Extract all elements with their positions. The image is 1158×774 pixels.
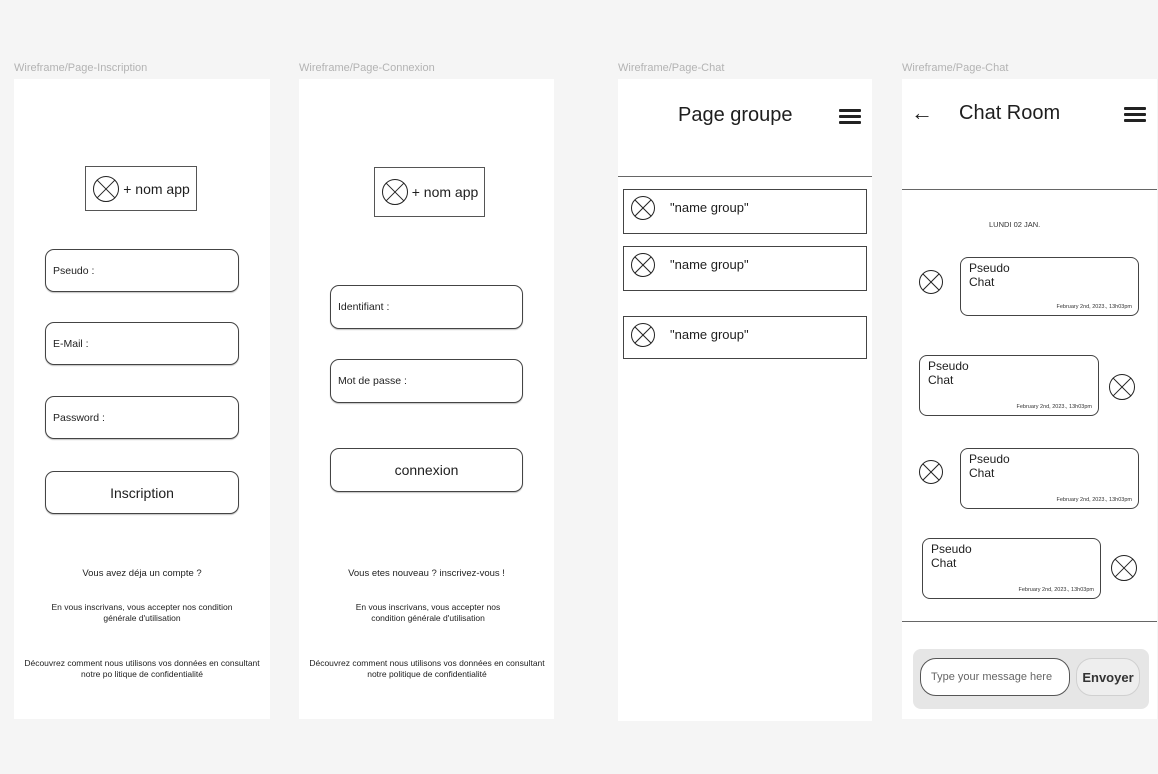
login-link-text[interactable]: Vous avez déja un compte ? bbox=[34, 568, 250, 580]
app-logo: + nom app bbox=[374, 167, 485, 217]
frame-connexion: + nom app Identifiant : Mot de passe : c… bbox=[299, 79, 554, 719]
back-arrow-icon[interactable]: ← bbox=[911, 102, 933, 124]
frame-label-chatroom: Wireframe/Page-Chat bbox=[902, 62, 1009, 74]
message-input[interactable]: Type your message here bbox=[920, 658, 1070, 696]
app-logo: + nom app bbox=[85, 166, 197, 211]
message-timestamp: February 2nd, 2023., 13h03pm bbox=[1056, 497, 1132, 503]
message-timestamp: February 2nd, 2023., 13h03pm bbox=[1018, 587, 1094, 593]
app-name: + nom app bbox=[411, 184, 479, 200]
frame-label-groups: Wireframe/Page-Chat bbox=[618, 62, 725, 74]
group-name: "name group" bbox=[670, 257, 749, 272]
message-text: Chat bbox=[928, 373, 954, 387]
date-separator: LUNDI 02 JAN. bbox=[989, 220, 1041, 229]
hamburger-icon[interactable] bbox=[1124, 107, 1146, 123]
message-timestamp: February 2nd, 2023., 13h03pm bbox=[1056, 304, 1132, 310]
pseudo-field[interactable]: Pseudo : bbox=[45, 249, 239, 292]
placeholder-image-icon bbox=[381, 178, 409, 206]
signup-link-text[interactable]: Vous etes nouveau ? inscrivez-vous ! bbox=[317, 568, 536, 580]
password-field[interactable]: Password : bbox=[45, 396, 239, 439]
frame-label-connexion: Wireframe/Page-Connexion bbox=[299, 62, 435, 74]
group-avatar-icon bbox=[630, 195, 656, 221]
user-avatar-icon[interactable] bbox=[918, 459, 944, 485]
group-name: "name group" bbox=[670, 200, 749, 215]
message-bubble[interactable]: Pseudo Chat February 2nd, 2023., 13h03pm bbox=[919, 355, 1099, 416]
inscription-button[interactable]: Inscription bbox=[45, 471, 239, 514]
header-divider bbox=[902, 189, 1157, 190]
group-item[interactable]: "name group" bbox=[623, 189, 867, 234]
message-bubble[interactable]: Pseudo Chat February 2nd, 2023., 13h03pm bbox=[922, 538, 1101, 599]
user-avatar-icon[interactable] bbox=[1108, 373, 1136, 401]
terms-text: En vous inscrivans, vous accepter nos co… bbox=[51, 602, 233, 623]
terms-text: En vous inscrivans, vous accepter nos co… bbox=[355, 602, 501, 623]
group-avatar-icon bbox=[630, 322, 656, 348]
group-item[interactable]: "name group" bbox=[623, 246, 867, 291]
message-text: Chat bbox=[969, 466, 995, 480]
group-item[interactable]: "name group" bbox=[623, 316, 867, 359]
message-author: Pseudo bbox=[931, 542, 972, 556]
email-field[interactable]: E-Mail : bbox=[45, 322, 239, 365]
placeholder-image-icon bbox=[92, 175, 120, 203]
message-author: Pseudo bbox=[969, 452, 1010, 466]
hamburger-icon[interactable] bbox=[839, 109, 861, 125]
connexion-button[interactable]: connexion bbox=[330, 448, 523, 492]
message-author: Pseudo bbox=[928, 359, 969, 373]
password-field[interactable]: Mot de passe : bbox=[330, 359, 523, 403]
message-bubble[interactable]: Pseudo Chat February 2nd, 2023., 13h03pm bbox=[960, 257, 1139, 316]
user-avatar-icon[interactable] bbox=[918, 269, 944, 295]
message-timestamp: February 2nd, 2023., 13h03pm bbox=[1016, 404, 1092, 410]
page-title: Chat Room bbox=[959, 102, 1061, 124]
frame-groups: Page groupe "name group" "name group" "n… bbox=[618, 79, 872, 721]
message-bubble[interactable]: Pseudo Chat February 2nd, 2023., 13h03pm bbox=[960, 448, 1139, 509]
frame-chatroom: ← Chat Room LUNDI 02 JAN. Pseudo Chat Fe… bbox=[902, 79, 1157, 719]
privacy-text: Découvrez comment nous utilisons vos don… bbox=[309, 658, 545, 679]
group-name: "name group" bbox=[670, 327, 749, 342]
privacy-text: Découvrez comment nous utilisons vos don… bbox=[24, 658, 260, 679]
identifiant-field[interactable]: Identifiant : bbox=[330, 285, 523, 329]
frame-inscription: + nom app Pseudo : E-Mail : Password : I… bbox=[14, 79, 270, 719]
message-author: Pseudo bbox=[969, 261, 1010, 275]
user-avatar-icon[interactable] bbox=[1110, 554, 1138, 582]
message-composer: Type your message here Envoyer bbox=[913, 649, 1149, 709]
group-avatar-icon bbox=[630, 252, 656, 278]
message-text: Chat bbox=[969, 275, 995, 289]
frame-label-inscription: Wireframe/Page-Inscription bbox=[14, 62, 148, 74]
page-title: Page groupe bbox=[678, 104, 793, 126]
app-name: + nom app bbox=[123, 180, 190, 197]
send-button[interactable]: Envoyer bbox=[1076, 658, 1140, 696]
composer-divider bbox=[902, 621, 1157, 622]
header-divider bbox=[618, 176, 872, 177]
message-text: Chat bbox=[931, 556, 957, 570]
